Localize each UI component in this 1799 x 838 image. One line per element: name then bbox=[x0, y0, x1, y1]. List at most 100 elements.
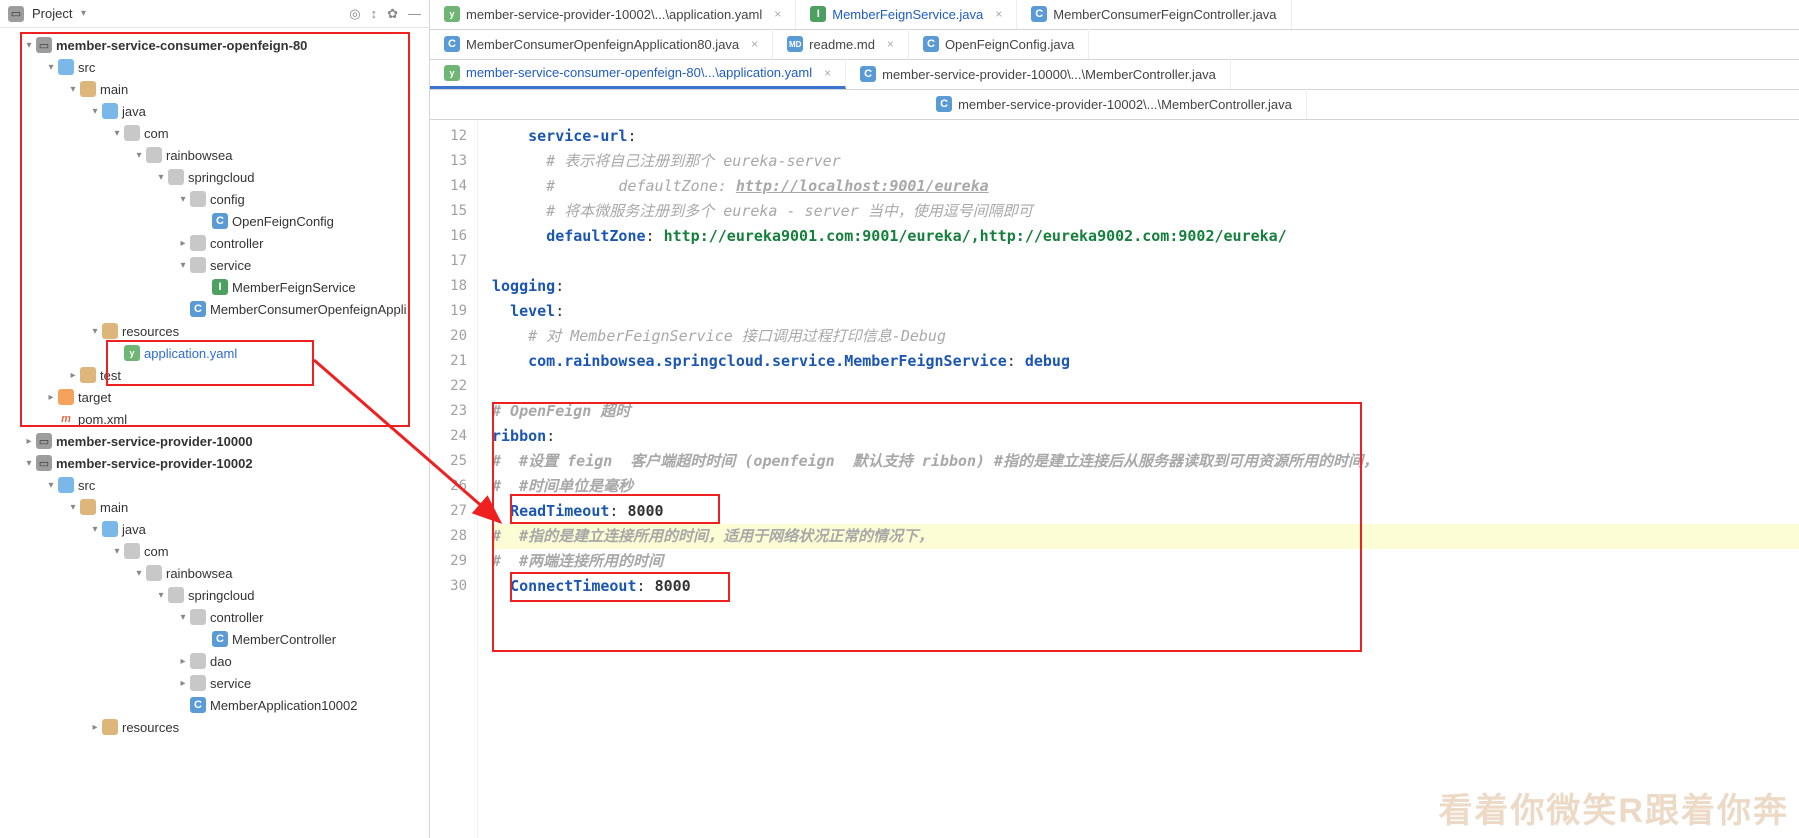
tab-label: OpenFeignConfig.java bbox=[945, 37, 1074, 52]
tree-row[interactable]: CMemberConsumerOpenfeignAppli bbox=[0, 298, 429, 320]
editor-tab[interactable]: Cmember-service-provider-10002\...\Membe… bbox=[922, 89, 1307, 119]
tree-row[interactable]: COpenFeignConfig bbox=[0, 210, 429, 232]
tab-label: MemberConsumerOpenfeignApplication80.jav… bbox=[466, 37, 739, 52]
tree-row[interactable]: ▾main bbox=[0, 496, 429, 518]
tree-row[interactable]: ▸test bbox=[0, 364, 429, 386]
target-icon[interactable]: ◎ bbox=[349, 6, 360, 22]
tab-label: member-service-consumer-openfeign-80\...… bbox=[466, 65, 812, 80]
tree-row[interactable]: ▾config bbox=[0, 188, 429, 210]
code-editor[interactable]: service-url: # 表示将自己注册到那个 eureka-server … bbox=[478, 120, 1799, 838]
module-icon: ▭ bbox=[36, 455, 52, 471]
editor-tab[interactable]: Cmember-service-provider-10000\...\Membe… bbox=[846, 59, 1231, 89]
class-icon: C bbox=[190, 697, 206, 713]
package-icon bbox=[190, 609, 206, 625]
refresh-icon[interactable]: ↕ bbox=[371, 6, 378, 22]
tree-row[interactable]: ▾src bbox=[0, 474, 429, 496]
tree-row[interactable]: ▾springcloud bbox=[0, 584, 429, 606]
tree-row[interactable]: yapplication.yaml bbox=[0, 342, 429, 364]
chevron-down-icon[interactable]: ▾ bbox=[76, 8, 90, 19]
tree-row[interactable]: ▾rainbowsea bbox=[0, 144, 429, 166]
module-icon: ▭ bbox=[36, 37, 52, 53]
package-icon bbox=[168, 169, 184, 185]
close-icon[interactable]: × bbox=[824, 66, 831, 80]
tree-row[interactable]: ▸dao bbox=[0, 650, 429, 672]
gear-icon[interactable]: ✿ bbox=[387, 6, 398, 22]
tree-row[interactable]: ▾com bbox=[0, 540, 429, 562]
editor-body: 12131415161718192021222324252627282930 s… bbox=[430, 120, 1799, 838]
folder-icon bbox=[102, 521, 118, 537]
tree-row[interactable]: ▾main bbox=[0, 78, 429, 100]
tab-label: member-service-provider-10000\...\Member… bbox=[882, 67, 1216, 82]
sidebar-title[interactable]: Project bbox=[32, 6, 72, 21]
line-gutter: 12131415161718192021222324252627282930 bbox=[430, 120, 478, 838]
tree-row[interactable]: ▾java bbox=[0, 518, 429, 540]
class-icon: C bbox=[212, 631, 228, 647]
folder-icon bbox=[102, 103, 118, 119]
close-icon[interactable]: × bbox=[995, 7, 1002, 21]
tabs-row-3: ymember-service-consumer-openfeign-80\..… bbox=[430, 60, 1799, 90]
tree-row[interactable]: ▾springcloud bbox=[0, 166, 429, 188]
sidebar-header: ▭ Project ▾ ◎ ↕ ✿ — bbox=[0, 0, 429, 28]
package-icon bbox=[124, 543, 140, 559]
package-icon bbox=[190, 235, 206, 251]
package-icon bbox=[190, 257, 206, 273]
tab-label: member-service-provider-10002\...\Member… bbox=[958, 97, 1292, 112]
package-icon bbox=[190, 653, 206, 669]
editor-tab[interactable]: COpenFeignConfig.java bbox=[909, 29, 1089, 59]
folder-icon bbox=[102, 719, 118, 735]
tree-row[interactable]: ▸service bbox=[0, 672, 429, 694]
folder-icon bbox=[58, 59, 74, 75]
tabs-row-1: ymember-service-provider-10002\...\appli… bbox=[430, 0, 1799, 30]
tree-row[interactable]: ▾resources bbox=[0, 320, 429, 342]
folder-icon bbox=[102, 323, 118, 339]
editor-tab[interactable]: MDreadme.md× bbox=[773, 29, 909, 59]
tree-row[interactable]: ▸controller bbox=[0, 232, 429, 254]
editor-tab[interactable]: ymember-service-provider-10002\...\appli… bbox=[430, 0, 796, 29]
tabs-row-2: CMemberConsumerOpenfeignApplication80.ja… bbox=[430, 30, 1799, 60]
tree-row[interactable]: ▾controller bbox=[0, 606, 429, 628]
tree-row[interactable]: ▾▭member-service-consumer-openfeign-80 bbox=[0, 34, 429, 56]
close-icon[interactable]: × bbox=[774, 7, 781, 21]
tree-row[interactable]: ▸target bbox=[0, 386, 429, 408]
package-icon bbox=[124, 125, 140, 141]
collapse-icon[interactable]: — bbox=[408, 6, 421, 22]
tabs-row-4: Cmember-service-provider-10002\...\Membe… bbox=[430, 90, 1799, 120]
close-icon[interactable]: × bbox=[887, 37, 894, 51]
folder-icon bbox=[80, 81, 96, 97]
editor-tab[interactable]: ymember-service-consumer-openfeign-80\..… bbox=[430, 59, 846, 89]
editor-tab[interactable]: IMemberFeignService.java× bbox=[796, 0, 1017, 29]
tree-row[interactable]: ▾src bbox=[0, 56, 429, 78]
package-icon bbox=[146, 147, 162, 163]
close-icon[interactable]: × bbox=[751, 37, 758, 51]
yaml-icon: y bbox=[124, 345, 140, 361]
tree-row[interactable]: CMemberApplication10002 bbox=[0, 694, 429, 716]
module-icon: ▭ bbox=[36, 433, 52, 449]
class-icon: C bbox=[212, 213, 228, 229]
editor-tab[interactable]: CMemberConsumerOpenfeignApplication80.ja… bbox=[430, 29, 773, 59]
tree-row[interactable]: ▸▭member-service-provider-10000 bbox=[0, 430, 429, 452]
tree-row[interactable]: ▾service bbox=[0, 254, 429, 276]
editor-area: ymember-service-provider-10002\...\appli… bbox=[430, 0, 1799, 838]
package-icon bbox=[190, 675, 206, 691]
package-icon bbox=[190, 191, 206, 207]
project-sidebar: ▭ Project ▾ ◎ ↕ ✿ — ▾▭member-service-con… bbox=[0, 0, 430, 838]
folder-icon bbox=[80, 367, 96, 383]
xml-icon: m bbox=[58, 411, 74, 427]
tree-row[interactable]: ▸resources bbox=[0, 716, 429, 738]
tree-row[interactable]: ▾java bbox=[0, 100, 429, 122]
package-icon bbox=[168, 587, 184, 603]
tree-row[interactable]: CMemberController bbox=[0, 628, 429, 650]
project-tree[interactable]: ▾▭member-service-consumer-openfeign-80 ▾… bbox=[0, 28, 429, 838]
tab-label: readme.md bbox=[809, 37, 875, 52]
tree-row[interactable]: ▾com bbox=[0, 122, 429, 144]
tree-row[interactable]: ▾▭member-service-provider-10002 bbox=[0, 452, 429, 474]
folder-icon bbox=[80, 499, 96, 515]
tree-row[interactable]: mpom.xml bbox=[0, 408, 429, 430]
tab-label: MemberFeignService.java bbox=[832, 7, 983, 22]
tab-label: member-service-provider-10002\...\applic… bbox=[466, 7, 762, 22]
tree-row[interactable]: ▾rainbowsea bbox=[0, 562, 429, 584]
folder-icon bbox=[58, 477, 74, 493]
tree-row[interactable]: IMemberFeignService bbox=[0, 276, 429, 298]
editor-tab[interactable]: CMemberConsumerFeignController.java bbox=[1017, 0, 1291, 29]
package-icon bbox=[146, 565, 162, 581]
